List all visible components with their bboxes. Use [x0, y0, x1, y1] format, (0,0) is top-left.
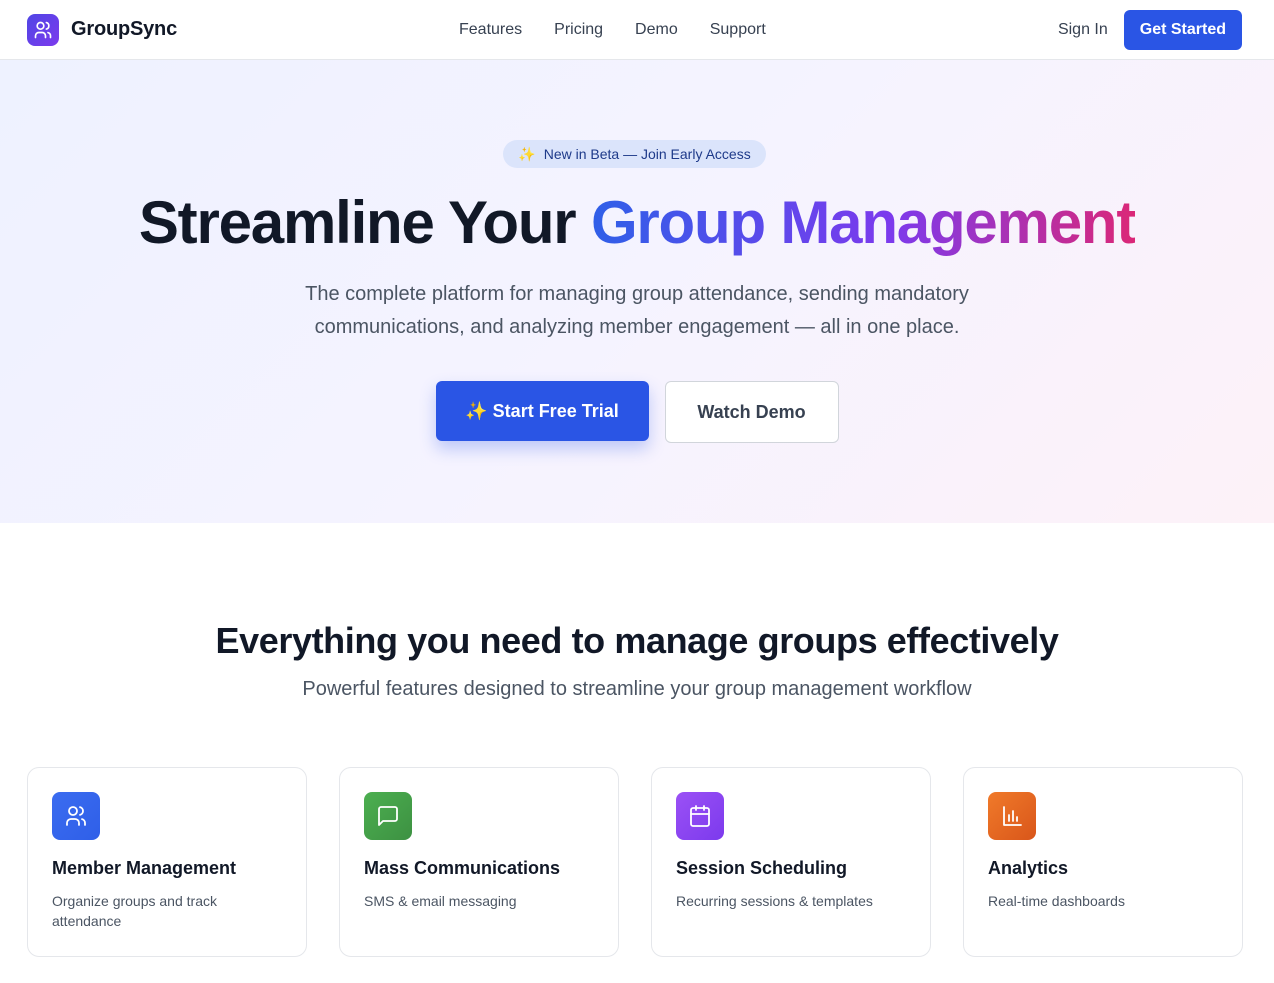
feature-card-desc: Recurring sessions & templates	[676, 893, 873, 909]
get-started-button[interactable]: Get Started	[1123, 9, 1242, 50]
headline-plain: Streamline Your	[138, 189, 591, 256]
start-free-trial-button[interactable]: ✨ Start Free Trial	[435, 381, 649, 441]
features-title: Everything you need to manage groups eff…	[215, 620, 1059, 661]
hero-subtitle: The complete platform for managing group…	[305, 283, 969, 338]
hero-cta-group: ✨ Start Free Trial Watch Demo	[0, 381, 1274, 443]
feature-card-analytics[interactable]: Analytics Real-time dashboards	[963, 767, 1243, 957]
sparkles-icon: ✨	[518, 145, 536, 162]
features-section: Everything you need to manage groups eff…	[0, 523, 1274, 983]
hero-headline: Streamline Your Group Management	[0, 188, 1274, 257]
feature-icon-box	[52, 792, 100, 840]
feature-card-title: Session Scheduling	[676, 858, 848, 878]
message-icon	[378, 806, 398, 826]
feature-card-mass-communications[interactable]: Mass Communications SMS & email messagin…	[339, 767, 619, 957]
feature-card-desc: Organize groups and track attendance	[52, 893, 217, 929]
users-icon	[66, 806, 86, 826]
feature-card-title: Analytics	[988, 858, 1069, 878]
top-nav: GroupSync Features Pricing Demo Support …	[0, 0, 1274, 60]
nav-link-support[interactable]: Support	[710, 21, 766, 39]
nav-actions: Sign In Get Started	[1058, 9, 1242, 50]
feature-card-desc: Real-time dashboards	[988, 893, 1125, 909]
nav-links: Features Pricing Demo Support	[459, 0, 766, 60]
nav-link-features[interactable]: Features	[459, 21, 522, 39]
headline-gradient: Group Management	[590, 189, 1136, 256]
nav-link-pricing[interactable]: Pricing	[554, 21, 603, 39]
feature-card-desc: SMS & email messaging	[364, 893, 517, 909]
feature-card-session-scheduling[interactable]: Session Scheduling Recurring sessions & …	[651, 767, 931, 957]
feature-icon-box	[364, 792, 412, 840]
watch-demo-button[interactable]: Watch Demo	[664, 381, 839, 443]
feature-card-title: Member Management	[52, 858, 237, 878]
calendar-icon	[690, 805, 710, 827]
hero-section: ✨ New in Beta — Join Early Access Stream…	[0, 60, 1274, 523]
feature-icon-box	[676, 792, 724, 840]
beta-badge[interactable]: ✨ New in Beta — Join Early Access	[503, 140, 766, 168]
features-subtitle: Powerful features designed to streamline…	[302, 678, 972, 700]
nav-link-demo[interactable]: Demo	[635, 21, 678, 39]
logo	[27, 13, 59, 46]
feature-icon-box	[988, 792, 1036, 840]
bar-chart-icon	[1003, 806, 1022, 826]
brand[interactable]: GroupSync	[27, 13, 177, 46]
feature-card-title: Mass Communications	[364, 858, 561, 878]
users-icon	[34, 21, 52, 38]
feature-card-member-management[interactable]: Member Management Organize groups and tr…	[27, 767, 307, 957]
sign-in-link[interactable]: Sign In	[1058, 21, 1108, 39]
feature-cards: Member Management Organize groups and tr…	[27, 767, 1243, 957]
brand-name: GroupSync	[71, 18, 177, 40]
beta-badge-text: New in Beta — Join Early Access	[543, 146, 751, 162]
